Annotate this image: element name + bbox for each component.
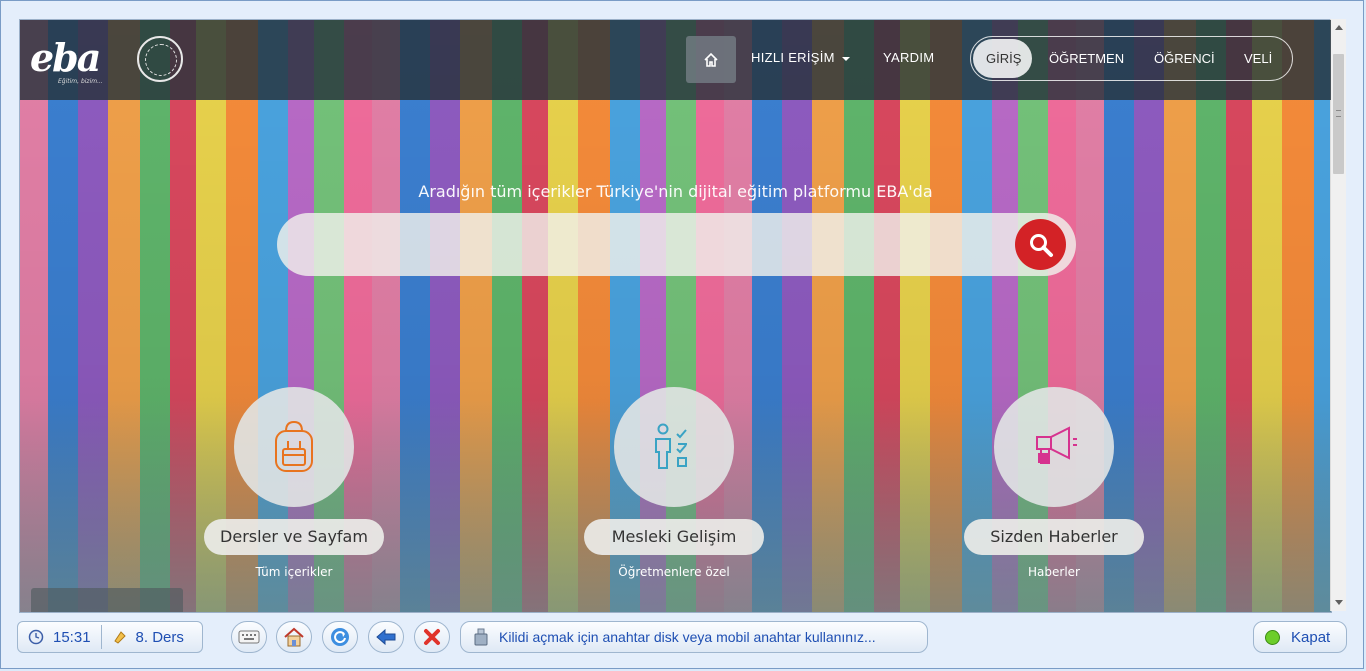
close-app-button[interactable] [414,621,450,653]
refresh-icon [331,628,349,646]
nav-quick-access-label: HIZLI ERİŞİM [751,50,835,65]
nav-quick-access[interactable]: HIZLI ERİŞİM [751,50,850,65]
back-button[interactable] [368,621,404,653]
site-header: eba Eğitim, bizim... HIZLI ERİŞİM YARDIM… [20,20,1331,100]
usb-key-icon [474,628,488,646]
login-role-switch: GİRİŞ ÖĞRETMEN ÖĞRENCİ VELİ [970,36,1293,81]
home-icon [704,52,718,67]
feature-lessons-circle[interactable] [234,387,354,507]
megaphone-icon [1036,426,1077,464]
bottom-taskbar: 15:31 8. Ders Kilidi açmak için anahtar … [0,617,1366,657]
close-x-icon [424,629,440,645]
vertical-scrollbar[interactable] [1330,19,1346,611]
eba-logo[interactable]: eba [30,38,101,78]
feature-lessons-button[interactable]: Dersler ve Sayfam [204,519,384,555]
nav-help[interactable]: YARDIM [883,50,934,65]
feature-news-circle[interactable] [994,387,1114,507]
login-button[interactable]: GİRİŞ [986,51,1021,66]
feature-professional-button[interactable]: Mesleki Gelişim [584,519,764,555]
feature-news: Sizden Haberler Haberler [964,387,1144,579]
refresh-button[interactable] [322,621,358,653]
clock-icon [28,629,44,645]
browser-viewport: eba Eğitim, bizim... HIZLI ERİŞİM YARDIM… [19,19,1332,613]
lock-message-bar[interactable]: Kilidi açmak için anahtar disk veya mobi… [460,621,928,653]
scroll-thumb[interactable] [1333,54,1344,174]
person-checklist-icon [655,423,687,469]
lesson-label: 8. Ders [135,628,184,646]
backpack-icon [275,420,313,472]
home-taskbar-button[interactable] [276,621,312,653]
lesson-bell-icon [113,631,126,644]
ministry-seal-icon [137,36,183,82]
search-input[interactable] [297,223,1001,267]
lock-message-text: Kilidi açmak için anahtar disk veya mobi… [499,629,876,645]
teacher-button[interactable]: ÖĞRETMEN [1049,51,1124,66]
feature-news-button[interactable]: Sizden Haberler [964,519,1144,555]
search-icon [1029,233,1053,257]
search-bar [277,213,1076,276]
scroll-down-arrow-icon[interactable] [1335,600,1343,605]
feature-news-subtitle: Haberler [1028,565,1080,579]
back-arrow-icon [376,628,396,646]
feature-lessons: Dersler ve Sayfam Tüm içerikler [204,387,384,579]
feature-professional-subtitle: Öğretmenlere özel [618,565,730,579]
caret-down-icon [841,56,850,61]
keyboard-button[interactable] [231,621,267,653]
feature-lessons-subtitle: Tüm içerikler [255,565,333,579]
home-button[interactable] [686,36,736,83]
parent-button[interactable]: VELİ [1244,51,1272,66]
kapat-label: Kapat [1291,628,1331,646]
logo-tagline: Eğitim, bizim... [58,78,103,85]
student-button[interactable]: ÖĞRENCİ [1154,51,1215,66]
divider [100,625,102,649]
kapat-button[interactable]: Kapat [1253,621,1347,653]
status-green-icon [1265,629,1280,645]
clock-lesson-widget: 15:31 8. Ders [17,621,203,653]
clock-time: 15:31 [53,628,91,646]
keyboard-icon [238,630,260,644]
bottom-overlay-tab [31,588,183,612]
feature-professional-development: Mesleki Gelişim Öğretmenlere özel [584,387,764,579]
scroll-up-arrow-icon[interactable] [1335,25,1343,30]
feature-professional-circle[interactable] [614,387,734,507]
hero-tagline: Aradığın tüm içerikler Türkiye'nin dijit… [418,182,933,201]
search-button[interactable] [1015,219,1066,270]
home-icon [284,627,304,647]
